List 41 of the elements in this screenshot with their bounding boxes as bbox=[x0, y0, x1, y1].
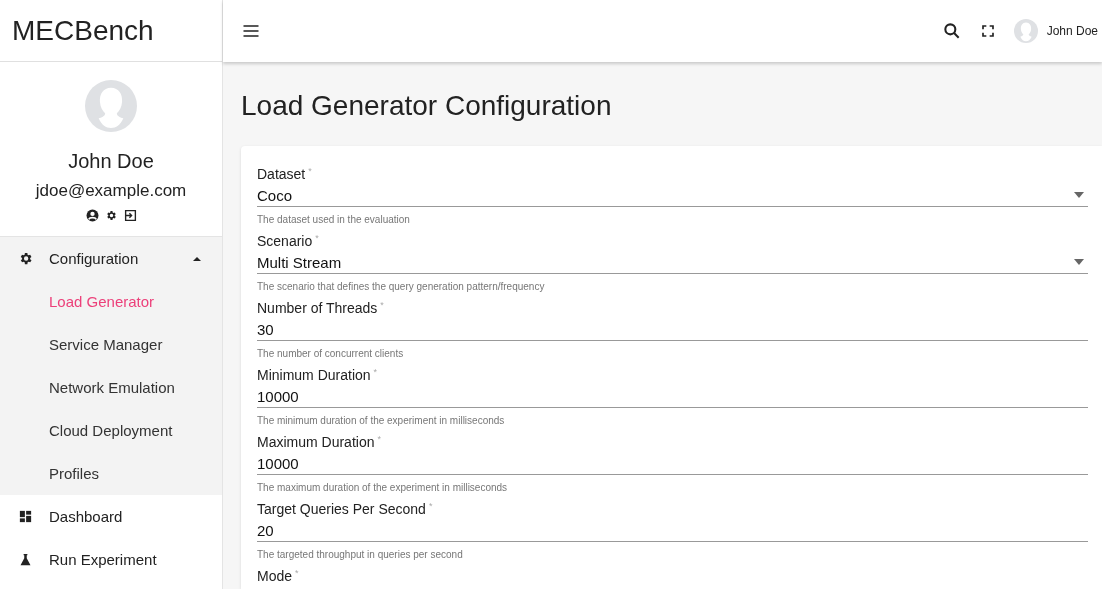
input-field[interactable]: 20 bbox=[257, 519, 1088, 542]
avatar-icon bbox=[85, 80, 137, 132]
input-field[interactable]: 10000 bbox=[257, 452, 1088, 475]
sidebar-subitem[interactable]: Service Manager bbox=[0, 323, 222, 366]
app-title: MECBench bbox=[0, 0, 222, 62]
field-label: Mode * bbox=[257, 568, 300, 584]
flask-icon bbox=[18, 552, 33, 567]
select-field[interactable]: Multi Stream bbox=[257, 251, 1088, 274]
field-hint: The targeted throughput in queries per second bbox=[257, 549, 464, 560]
user-name: John Doe bbox=[68, 150, 154, 173]
field-hint: The minimum duration of the experiment in milliseconds bbox=[257, 415, 506, 426]
avatar-icon bbox=[1013, 19, 1038, 43]
sidebar-subitem[interactable]: Profiles bbox=[0, 452, 222, 495]
sidebar-item[interactable]: Configuration bbox=[0, 237, 222, 280]
page-title: Load Generator Configuration bbox=[241, 90, 613, 122]
sidebar-item[interactable]: Run Experiment bbox=[0, 538, 222, 581]
dropdown-icon bbox=[1074, 192, 1084, 198]
field-label: Number of Threads * bbox=[257, 300, 385, 316]
user-email: jdoe@example.com bbox=[35, 181, 187, 201]
dropdown-icon bbox=[1074, 259, 1084, 265]
field-hint: The dataset used in the evaluation bbox=[257, 214, 411, 225]
field-label: Target Queries Per Second * bbox=[257, 501, 434, 517]
field-label: Scenario * bbox=[257, 233, 320, 249]
field-label: Maximum Duration * bbox=[257, 434, 382, 450]
user-name: John Doe bbox=[1046, 24, 1098, 38]
input-field[interactable]: 10000 bbox=[257, 385, 1088, 408]
field-hint: The scenario that defines the query generation pattern/frequency bbox=[257, 281, 546, 292]
dashboard-icon bbox=[18, 509, 33, 524]
sidebar-subitem[interactable]: Cloud Deployment bbox=[0, 409, 222, 452]
account-icon[interactable] bbox=[85, 209, 99, 222]
search-button[interactable] bbox=[941, 21, 962, 41]
sidebar-item[interactable]: Dashboard bbox=[0, 495, 222, 538]
field-hint: The number of concurrent clients bbox=[257, 348, 405, 359]
input-field[interactable]: 30 bbox=[257, 318, 1088, 341]
logout-icon[interactable] bbox=[123, 209, 137, 222]
field-label: Minimum Duration * bbox=[257, 367, 379, 383]
gear-icon bbox=[18, 251, 33, 266]
select-field[interactable]: Coco bbox=[257, 184, 1088, 207]
sidebar-subitem[interactable]: Network Emulation bbox=[0, 366, 222, 409]
field-hint: The maximum duration of the experiment in milliseconds bbox=[257, 482, 509, 493]
field-label: Dataset * bbox=[257, 166, 313, 182]
